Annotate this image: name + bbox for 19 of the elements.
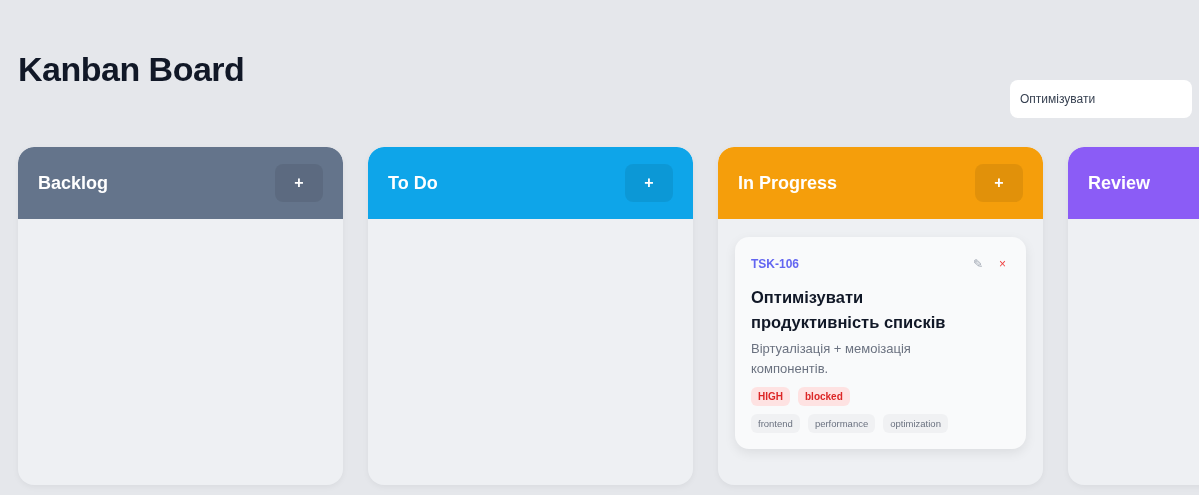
task-id: TSK-106 [751, 257, 800, 271]
task-description: Віртуалізація + мемоізація компонентів. [751, 339, 912, 378]
add-card-button[interactable]: + [625, 164, 673, 202]
add-card-button[interactable]: + [975, 164, 1023, 202]
tag-chip: performance [807, 413, 876, 433]
search-field[interactable]: Оптимізувати [1010, 80, 1192, 118]
add-card-button[interactable]: + [275, 164, 323, 202]
tag-chip: optimization [883, 413, 948, 433]
task-title: Оптимізувати продуктивність списків [751, 287, 947, 333]
edit-button[interactable]: ✎ [969, 255, 987, 273]
tag-chip: frontend [751, 413, 800, 433]
board-title: Kanban Board [18, 50, 245, 89]
column-title: To Do [388, 172, 438, 194]
column-title: Review [1088, 172, 1151, 194]
status-badge: HIGH [751, 386, 790, 406]
status-badge: blocked [798, 386, 850, 406]
column-title: In Progress [738, 172, 838, 194]
delete-button[interactable]: × [995, 255, 1010, 273]
column-title: Backlog [38, 172, 109, 194]
